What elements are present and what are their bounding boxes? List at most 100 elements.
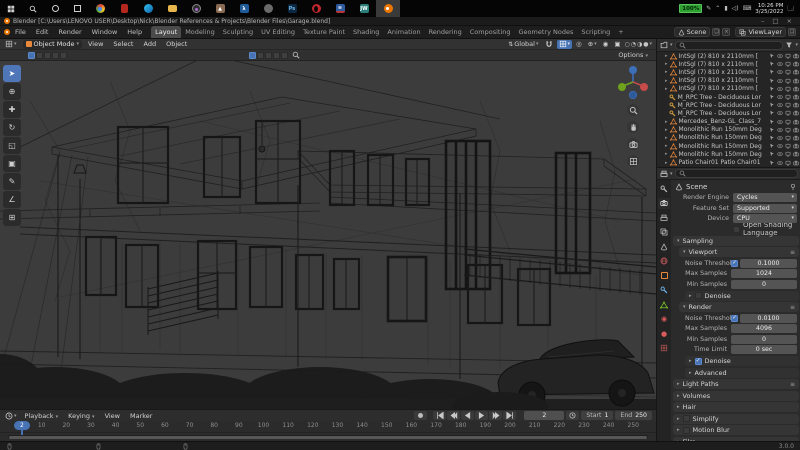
render-engine-dropdown[interactable]: Cycles: [733, 193, 797, 202]
task-view-icon[interactable]: [66, 0, 88, 17]
disable-viewports-icon[interactable]: [785, 143, 791, 149]
particles-tab-icon[interactable]: [658, 299, 670, 310]
camera-view-icon[interactable]: [627, 138, 639, 150]
next-keyframe-button[interactable]: [489, 411, 502, 420]
modifiers-tab-icon[interactable]: [658, 285, 670, 296]
outliner-row[interactable]: ▸Monolithic Run 150mm Deg: [657, 142, 800, 150]
tab-geometry-nodes[interactable]: Geometry Nodes: [515, 26, 578, 38]
hide-viewport-icon[interactable]: [777, 78, 783, 84]
menu-render[interactable]: Render: [53, 28, 86, 36]
tab-compositing[interactable]: Compositing: [466, 26, 515, 38]
preset-icon[interactable]: ≡: [790, 304, 795, 311]
pan-view-icon[interactable]: [627, 121, 639, 133]
pin-icon[interactable]: [789, 183, 797, 191]
hide-viewport-icon[interactable]: [777, 127, 783, 133]
add-cube-tool[interactable]: ⊞: [3, 209, 21, 226]
disable-render-icon[interactable]: [793, 102, 799, 108]
play-reverse-button[interactable]: [461, 411, 474, 420]
outliner-row[interactable]: ▸IntSgl (7) 810 x 2110mm [: [657, 85, 800, 93]
outliner-row[interactable]: ▸IntSgl (7) 810 x 2110mm [: [657, 68, 800, 76]
viewport-canvas[interactable]: [0, 61, 656, 409]
render-panel-header[interactable]: ▾Render≡: [679, 302, 799, 312]
render-denoise-panel[interactable]: ▸✓Denoise: [685, 356, 799, 366]
viewport-3d[interactable]: ➤ ⊕ ✚ ↻ ◱ ▣ ✎ ∠ ⊞: [0, 61, 656, 409]
light-paths-panel[interactable]: ▸Light Paths≡: [673, 379, 799, 389]
viewport-noise-threshold-field[interactable]: 0.1000: [740, 259, 797, 268]
taskbar-app-red[interactable]: [112, 0, 136, 17]
disable-render-icon[interactable]: [793, 53, 799, 59]
perspective-toggle-icon[interactable]: [627, 155, 639, 167]
notification-center-icon[interactable]: 🗔: [787, 4, 794, 14]
header-extra-icon-2[interactable]: [257, 52, 264, 59]
disable-viewports-icon[interactable]: [785, 53, 791, 59]
taskbar-app-access[interactable]: ≡: [328, 0, 352, 17]
render-min-samples-field[interactable]: 0: [731, 335, 797, 344]
taskbar-app-store[interactable]: ▲: [208, 0, 232, 17]
timeline-menu-keying[interactable]: Keying ▾: [64, 412, 98, 420]
outliner-search-input[interactable]: [675, 41, 784, 50]
options-dropdown[interactable]: Options ▾: [618, 51, 648, 59]
selectable-icon[interactable]: [769, 160, 775, 166]
render-noise-threshold-checkbox[interactable]: ✓: [731, 315, 738, 322]
selectable-icon[interactable]: [769, 135, 775, 141]
maximize-button[interactable]: □: [772, 17, 778, 25]
tool-tab-icon[interactable]: [658, 183, 670, 194]
disable-render-icon[interactable]: [793, 69, 799, 75]
current-frame-field[interactable]: 2: [524, 411, 564, 420]
select-mode-set-icon[interactable]: [28, 52, 35, 59]
disable-viewports-icon[interactable]: [785, 61, 791, 67]
outliner-row[interactable]: ▸IntSgl (7) 810 x 2110mm [: [657, 77, 800, 85]
disable-viewports-icon[interactable]: [785, 119, 791, 125]
view-layer-tab-icon[interactable]: [658, 227, 670, 238]
selectable-icon[interactable]: [769, 53, 775, 59]
shading-dropdown-icon[interactable]: ▾: [649, 41, 652, 47]
hide-viewport-icon[interactable]: [777, 151, 783, 157]
taskbar-app-settings[interactable]: [256, 0, 280, 17]
keyboard-icon[interactable]: ⌨: [743, 5, 752, 12]
scene-selector[interactable]: Scene: [674, 27, 711, 37]
timeline-ruler-area[interactable]: 1020304050607080901001101201301401501601…: [0, 421, 656, 441]
osl-checkbox[interactable]: [733, 226, 740, 233]
header-extra-icon-4[interactable]: [273, 52, 280, 59]
timeline-scrollbar-thumb[interactable]: [9, 436, 647, 439]
hide-viewport-icon[interactable]: [777, 110, 783, 116]
proportional-editing-icon[interactable]: ◎: [574, 40, 584, 49]
disable-viewports-icon[interactable]: [785, 110, 791, 116]
outliner-row[interactable]: ▸Mercedes_Benz-GL_Class_7: [657, 118, 800, 126]
hide-viewport-icon[interactable]: [777, 61, 783, 67]
outliner-row[interactable]: ▸Patio Chair01 Patio Chair01: [657, 158, 800, 166]
disable-render-icon[interactable]: [793, 160, 799, 166]
disable-viewports-icon[interactable]: [785, 127, 791, 133]
selectable-icon[interactable]: [769, 143, 775, 149]
annotate-tool[interactable]: ✎: [3, 173, 21, 190]
time-limit-field[interactable]: 0 sec: [731, 345, 797, 354]
select-mode-invert-icon[interactable]: [52, 52, 59, 59]
hide-viewport-icon[interactable]: [777, 160, 783, 166]
prev-keyframe-button[interactable]: [447, 411, 460, 420]
battery-icon[interactable]: ▮: [724, 5, 727, 12]
selectable-icon[interactable]: [769, 61, 775, 67]
tab-texture-paint[interactable]: Texture Paint: [299, 26, 349, 38]
taskbar-app-jw[interactable]: JW: [352, 0, 376, 17]
view-layer-selector[interactable]: ViewLayer: [735, 27, 786, 37]
selectable-icon[interactable]: [769, 69, 775, 75]
disable-render-icon[interactable]: [793, 86, 799, 92]
header-extra-icon-1[interactable]: [249, 52, 256, 59]
tab-uv-editing[interactable]: UV Editing: [257, 26, 299, 38]
header-extra-icon-3[interactable]: [265, 52, 272, 59]
viewport-denoise-checkbox[interactable]: [695, 292, 702, 299]
outliner-filter-icon[interactable]: [785, 41, 793, 49]
end-frame-field[interactable]: End250: [615, 411, 652, 420]
tab-layout[interactable]: Layout: [151, 26, 181, 38]
outliner-row[interactable]: M_RPC Tree - Deciduous Lor: [657, 109, 800, 117]
menu-edit[interactable]: Edit: [31, 28, 54, 36]
new-view-layer-button[interactable]: ❏: [788, 28, 796, 36]
outliner-filter-caret[interactable]: ▾: [795, 42, 798, 48]
material-tab-icon[interactable]: ●: [658, 328, 670, 339]
timeline-menu-view[interactable]: View: [101, 412, 124, 420]
preset-icon[interactable]: ≡: [790, 381, 795, 388]
outliner-row[interactable]: ▸IntSgl (7) 810 x 2110mm [: [657, 60, 800, 68]
motion-blur-panel[interactable]: ▸Motion Blur: [673, 425, 799, 435]
selectable-icon[interactable]: [769, 78, 775, 84]
measure-tool[interactable]: ∠: [3, 191, 21, 208]
